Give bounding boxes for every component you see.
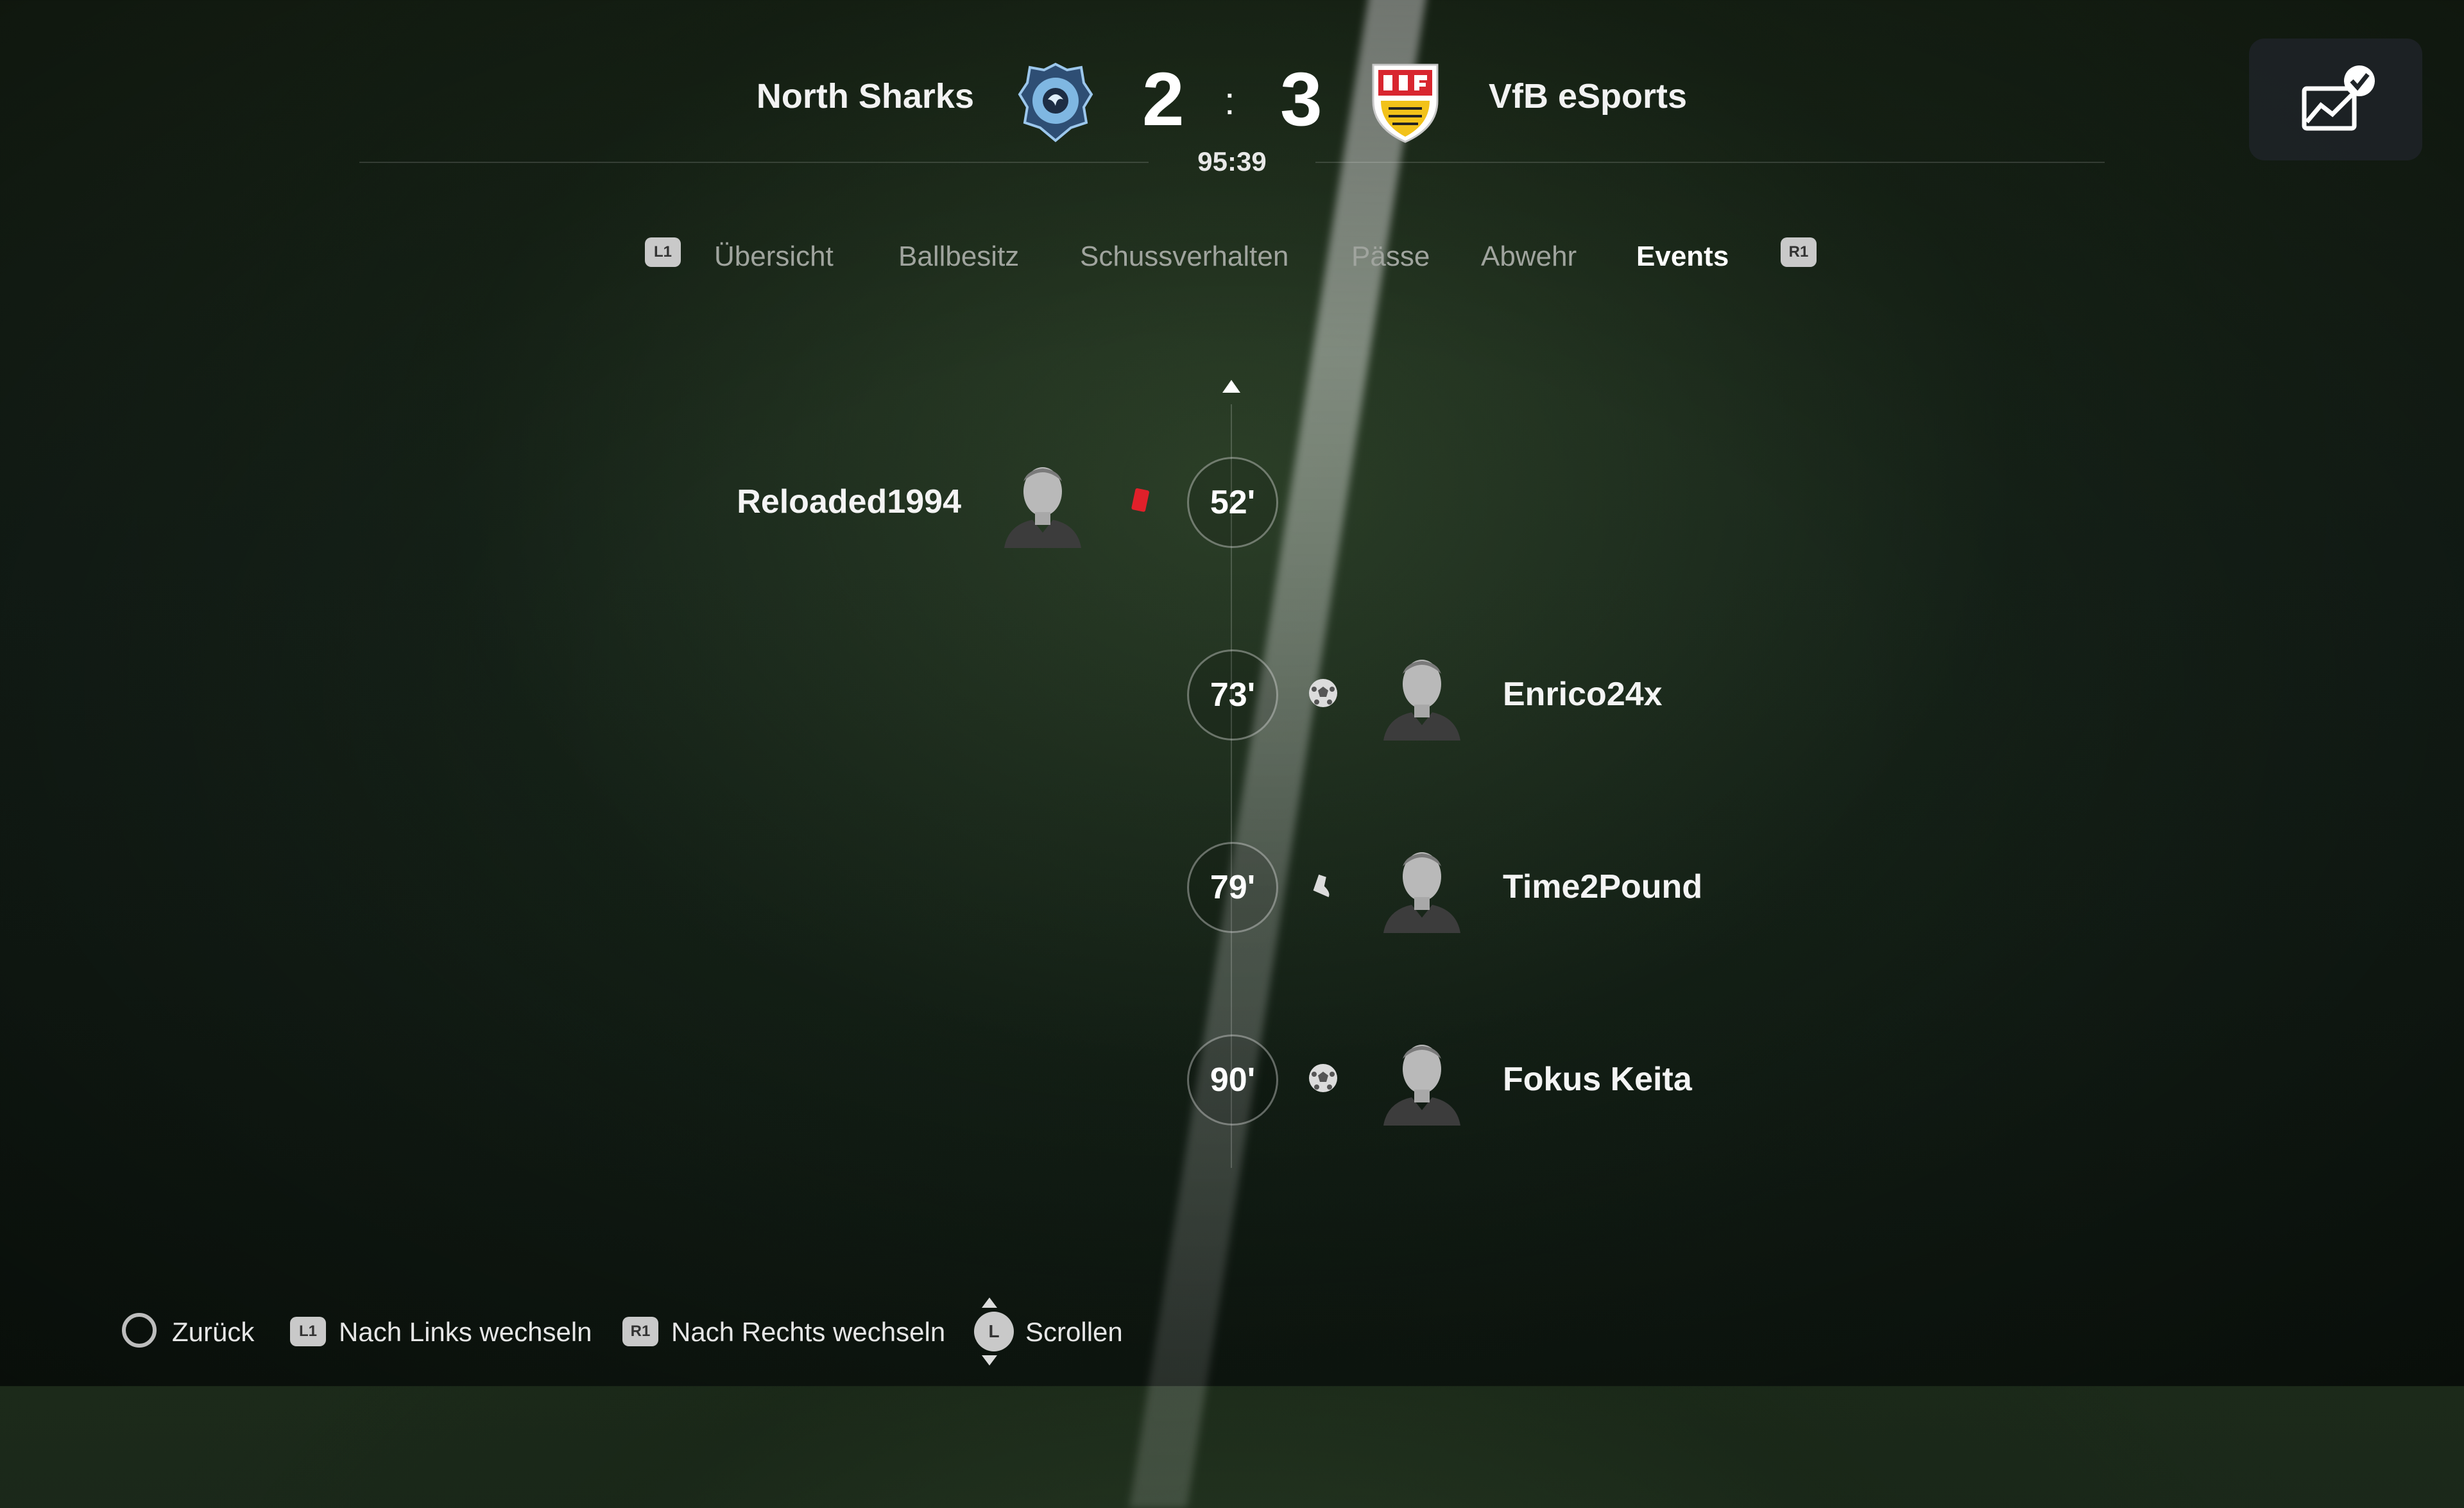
hint-switch-left-label[interactable]: Nach Links wechseln [339,1309,592,1355]
tab-uebersicht[interactable]: Übersicht [714,237,834,276]
away-team-crest-icon [1372,64,1439,143]
event-player-name: Fokus Keita [1503,1061,1692,1098]
player-avatar-icon [1004,467,1081,548]
r1-button-badge[interactable]: R1 [622,1317,658,1346]
tab-abwehr[interactable]: Abwehr [1481,237,1577,276]
home-team-crest-icon [1018,62,1093,142]
r1-button-badge[interactable]: R1 [1781,237,1817,267]
event-minute-badge: 73' [1187,649,1278,741]
player-avatar-icon [1383,1045,1460,1126]
player-avatar-icon [1383,852,1460,933]
goal-ball-icon [1305,675,1341,711]
tab-paesse[interactable]: Pässe [1351,237,1430,276]
assist-boot-icon [1305,868,1341,904]
hint-scroll-label[interactable]: Scrollen [1025,1309,1123,1355]
event-minute-badge: 90' [1187,1034,1278,1126]
tab-ballbesitz[interactable]: Ballbesitz [898,237,1019,276]
red-card-icon [1122,483,1158,518]
away-team-name: VfB eSports [1489,77,1688,116]
home-score: 2 [1142,57,1185,142]
scroll-up-arrow-icon[interactable] [1222,380,1240,393]
l1-button-badge[interactable]: L1 [645,237,681,267]
hint-back-label[interactable]: Zurück [172,1309,254,1355]
stats-tabs: L1 Übersicht Ballbesitz Schussverhalten … [0,231,2464,282]
event-minute-badge: 52' [1187,457,1278,548]
stick-up-arrow-icon [982,1298,997,1308]
event-player-name: Reloaded1994 [737,483,961,520]
header-divider-left [359,162,1149,163]
event-player-name: Enrico24x [1503,676,1663,713]
score-separator: : [1224,80,1235,123]
home-team-name: North Sharks [756,77,974,116]
away-score: 3 [1280,57,1322,142]
stats-overview-button[interactable] [2249,39,2422,160]
chart-check-icon [2302,65,2375,131]
goal-ball-icon [1305,1060,1341,1096]
hint-switch-right-label[interactable]: Nach Rechts wechseln [671,1309,945,1355]
header-divider-right [1315,162,2105,163]
tab-events[interactable]: Events [1636,237,1729,276]
tab-schussverhalten[interactable]: Schussverhalten [1080,237,1288,276]
circle-button-icon[interactable] [122,1313,157,1348]
stick-down-arrow-icon [982,1355,997,1366]
event-player-name: Time2Pound [1503,868,1703,905]
match-clock: 95:39 [1197,146,1267,176]
l1-button-badge[interactable]: L1 [290,1317,326,1346]
player-avatar-icon [1383,660,1460,741]
event-minute-badge: 79' [1187,842,1278,933]
left-stick-badge[interactable]: L [974,1312,1014,1351]
